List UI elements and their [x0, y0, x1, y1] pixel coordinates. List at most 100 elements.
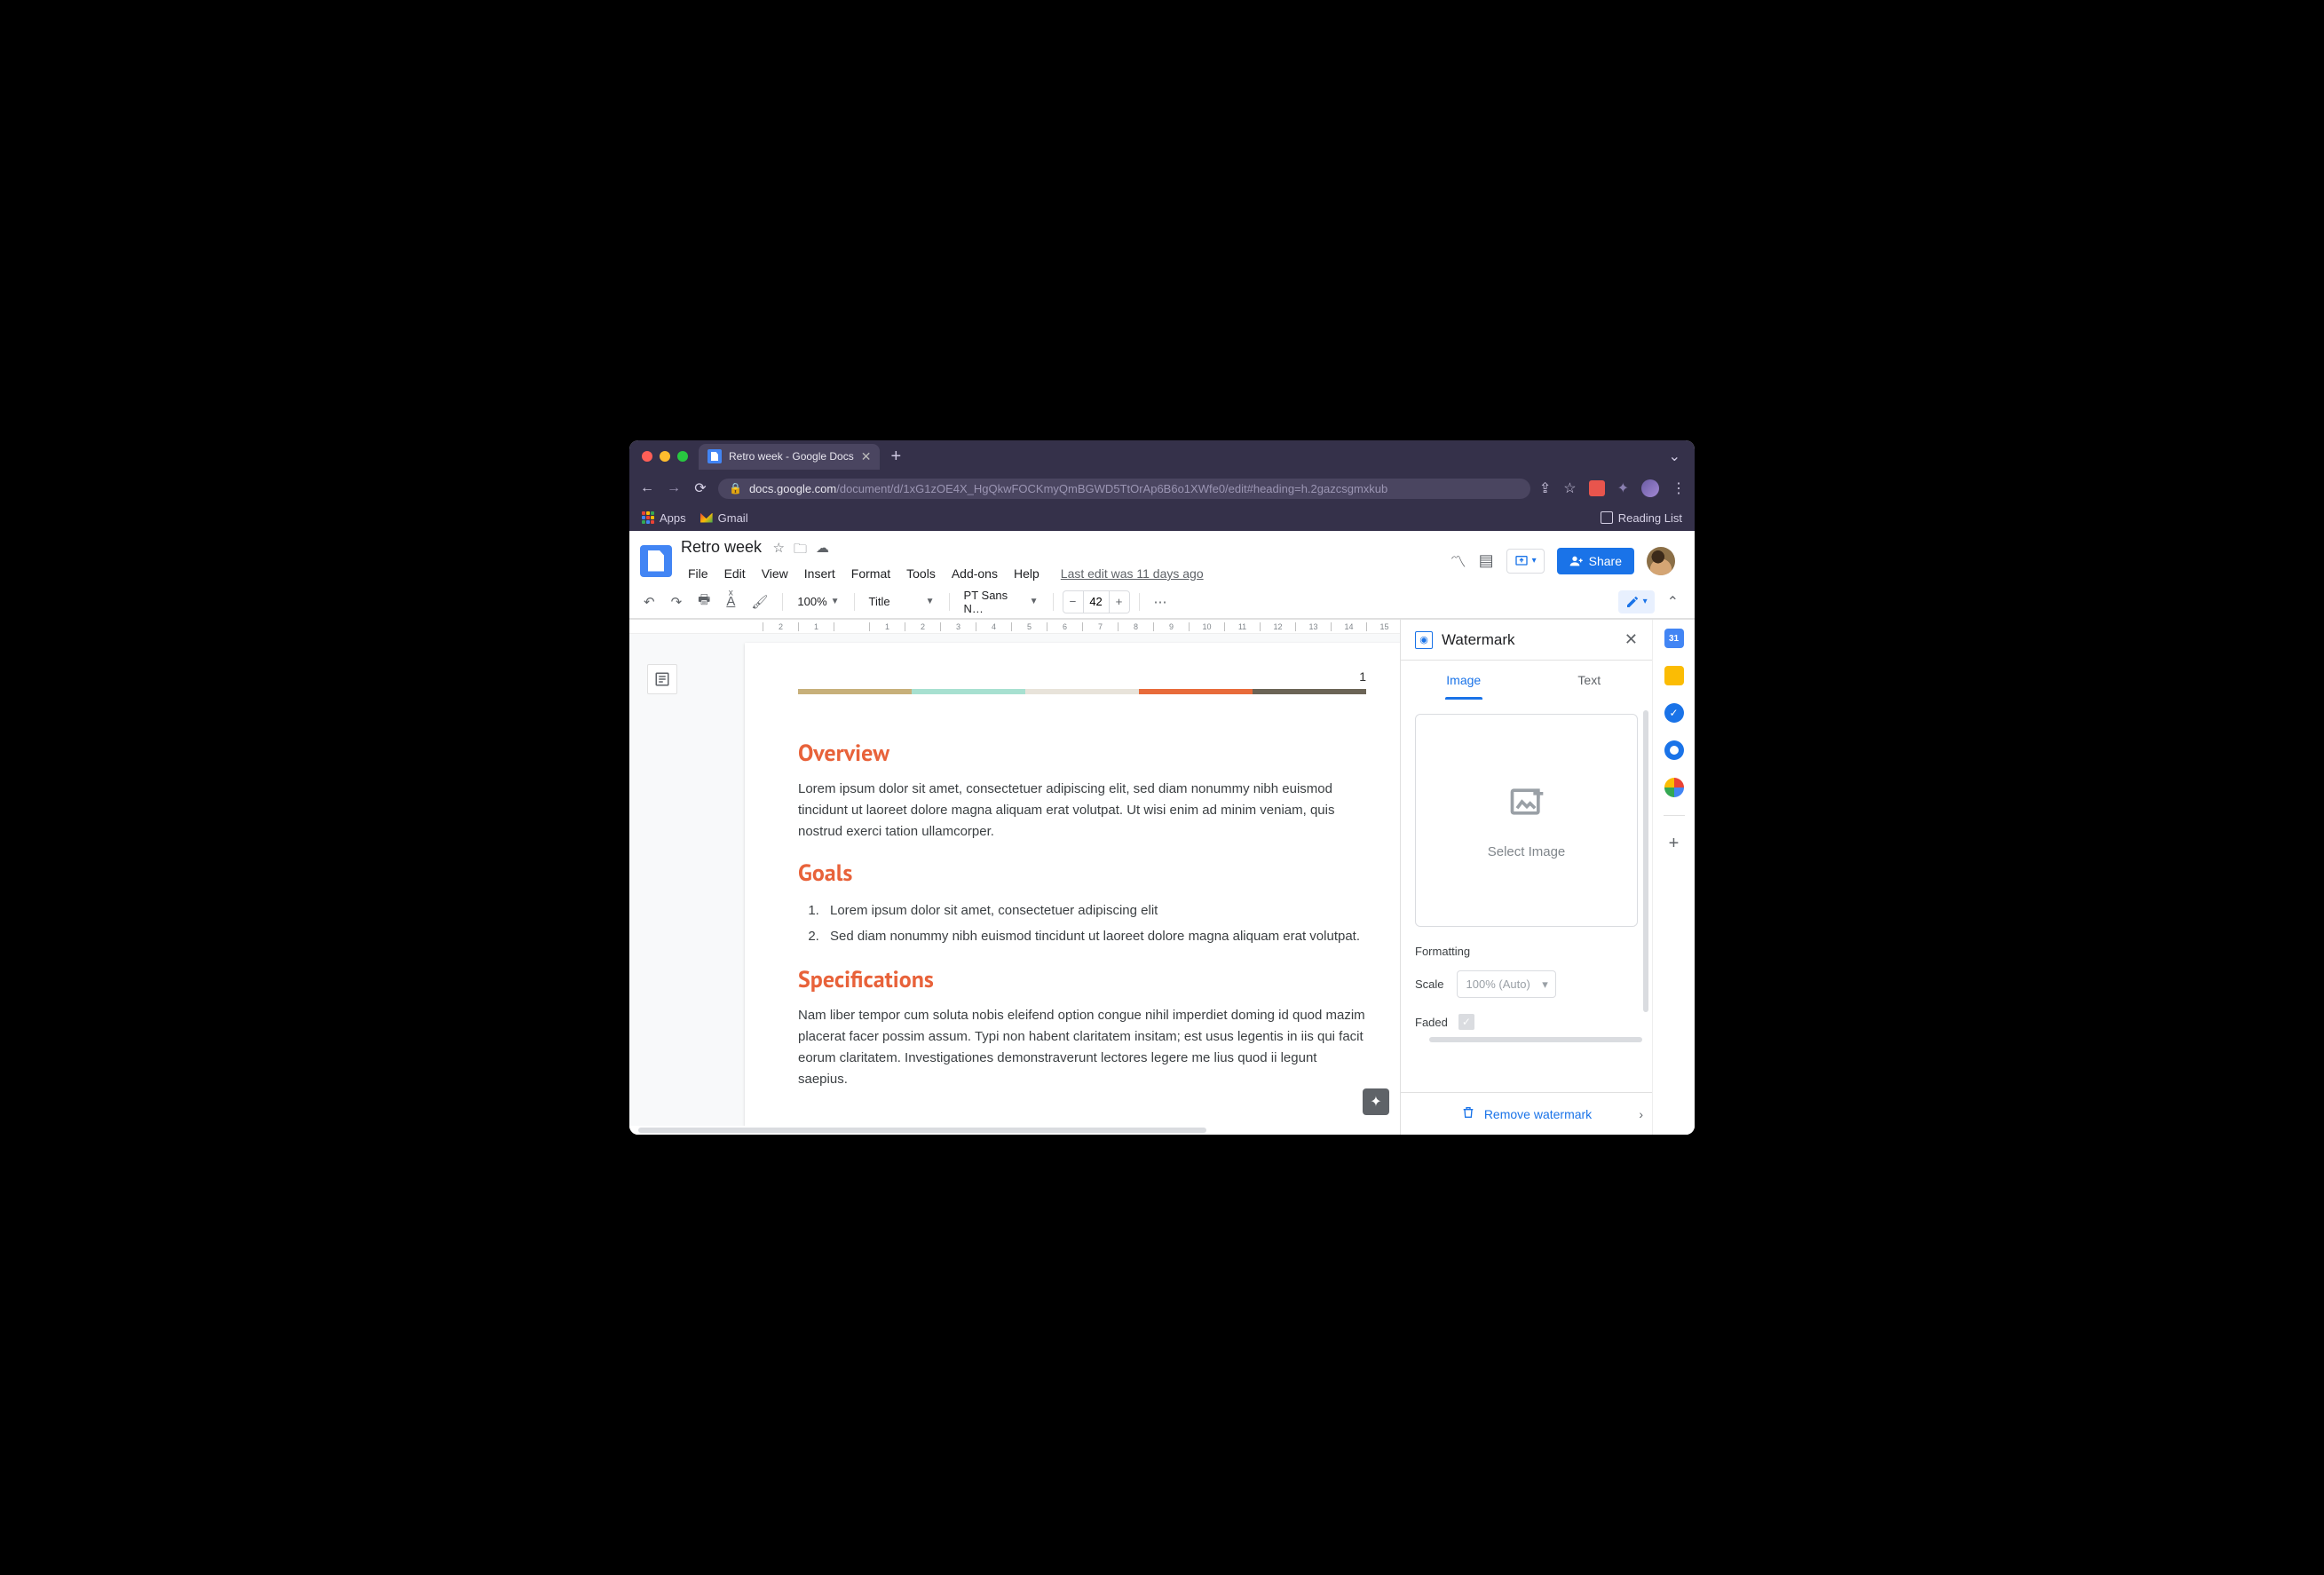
- font-select[interactable]: PT Sans N… ▼: [959, 585, 1044, 619]
- font-size-control[interactable]: − +: [1063, 590, 1130, 613]
- specifications-body[interactable]: Nam liber tempor cum soluta nobis eleife…: [798, 1005, 1366, 1090]
- scale-select[interactable]: 100% (Auto): [1457, 970, 1556, 998]
- scale-label: Scale: [1415, 977, 1444, 991]
- heading-goals[interactable]: Goals: [798, 859, 1366, 888]
- apps-bookmark[interactable]: Apps: [642, 511, 686, 525]
- paint-format-button[interactable]: 🖌: [746, 590, 773, 613]
- expand-panel-icon[interactable]: ›: [1639, 1107, 1643, 1121]
- tasks-icon[interactable]: [1664, 703, 1684, 723]
- more-toolbar-icon[interactable]: ⋯: [1149, 590, 1173, 613]
- tab-title: Retro week - Google Docs: [729, 450, 854, 463]
- close-panel-icon[interactable]: ✕: [1624, 630, 1638, 649]
- contacts-icon[interactable]: [1664, 740, 1684, 760]
- side-rail: 31 +: [1652, 620, 1695, 1135]
- overview-body[interactable]: Lorem ipsum dolor sit amet, consectetuer…: [798, 779, 1366, 843]
- goal-item[interactable]: Sed diam nonummy nibh euismod tincidunt …: [823, 924, 1366, 950]
- goals-list[interactable]: Lorem ipsum dolor sit amet, consectetuer…: [823, 898, 1366, 949]
- decorative-color-bar: [798, 689, 1366, 694]
- profile-avatar-icon[interactable]: [1641, 479, 1659, 497]
- address-bar[interactable]: 🔒 docs.google.com/document/d/1xG1zOE4X_H…: [718, 479, 1530, 499]
- browser-tab[interactable]: Retro week - Google Docs ✕: [699, 444, 880, 470]
- goal-item[interactable]: Lorem ipsum dolor sit amet, consectetuer…: [823, 898, 1366, 924]
- menu-addons[interactable]: Add-ons: [945, 564, 1005, 583]
- star-icon[interactable]: ☆: [773, 540, 785, 562]
- menu-tools[interactable]: Tools: [899, 564, 943, 583]
- browser-chrome: Retro week - Google Docs ✕ + ⌄ ← → ⟳ 🔒 d…: [629, 440, 1695, 531]
- new-tab-button[interactable]: +: [890, 447, 901, 467]
- document-page[interactable]: 1 Overview Lorem ipsum dolor sit amet, c…: [745, 643, 1400, 1126]
- extension-icon[interactable]: [1589, 480, 1605, 496]
- close-window[interactable]: [642, 451, 652, 462]
- horizontal-scrollbar[interactable]: [638, 1128, 1206, 1133]
- heading-specifications[interactable]: Specifications: [798, 965, 1366, 994]
- back-button[interactable]: ←: [638, 480, 656, 496]
- tab-image[interactable]: Image: [1401, 661, 1527, 700]
- keep-icon[interactable]: [1664, 666, 1684, 685]
- watermark-panel: ◉ Watermark ✕ Image Text Select Image Fo…: [1400, 620, 1652, 1135]
- docs-logo-icon[interactable]: [640, 545, 672, 577]
- faded-label: Faded: [1415, 1016, 1448, 1029]
- browser-menu-icon[interactable]: ⋮: [1672, 479, 1686, 497]
- collapse-toolbar-icon[interactable]: ⌃: [1660, 590, 1686, 614]
- cloud-status-icon[interactable]: ☁: [816, 540, 829, 562]
- remove-watermark-button[interactable]: Remove watermark ›: [1401, 1092, 1652, 1135]
- paragraph-style-select[interactable]: Title ▼: [864, 591, 940, 612]
- page-number: 1: [798, 669, 1366, 684]
- calendar-icon[interactable]: 31: [1664, 629, 1684, 648]
- watermark-title: Watermark: [1442, 631, 1616, 649]
- zoom-select[interactable]: 100% ▼: [792, 591, 844, 612]
- font-size-increase[interactable]: +: [1110, 591, 1129, 613]
- tab-list-dropdown[interactable]: ⌄: [1669, 447, 1680, 465]
- docs-favicon: [707, 449, 722, 463]
- ruler[interactable]: 211234567891011121314151617: [629, 620, 1400, 634]
- redo-button[interactable]: ↷: [666, 590, 688, 613]
- print-button[interactable]: 🖶: [692, 587, 715, 616]
- menu-format[interactable]: Format: [844, 564, 897, 583]
- add-addon-icon[interactable]: +: [1664, 834, 1684, 853]
- select-image-label: Select Image: [1488, 844, 1566, 859]
- tab-text[interactable]: Text: [1527, 661, 1653, 700]
- document-title[interactable]: Retro week: [681, 538, 762, 556]
- editing-mode-button[interactable]: ▾: [1618, 590, 1655, 613]
- menu-file[interactable]: File: [681, 564, 715, 583]
- font-size-input[interactable]: [1083, 591, 1110, 613]
- menu-bar: File Edit View Insert Format Tools Add-o…: [681, 564, 1211, 583]
- trash-icon: [1461, 1105, 1475, 1122]
- share-button[interactable]: Share: [1557, 548, 1634, 574]
- comments-icon[interactable]: ▤: [1479, 551, 1494, 570]
- gmail-bookmark[interactable]: Gmail: [700, 511, 748, 525]
- menu-insert[interactable]: Insert: [797, 564, 842, 583]
- extensions-puzzle-icon[interactable]: ✦: [1617, 479, 1629, 497]
- activity-icon[interactable]: 〽: [1451, 550, 1466, 573]
- move-icon[interactable]: 🗀: [794, 540, 807, 562]
- share-page-icon[interactable]: ⇪: [1539, 479, 1551, 497]
- reading-list-button[interactable]: Reading List: [1601, 511, 1682, 525]
- present-button[interactable]: ▾: [1506, 549, 1545, 574]
- bookmark-star-icon[interactable]: ☆: [1563, 479, 1576, 497]
- close-tab-icon[interactable]: ✕: [861, 449, 872, 464]
- window-controls[interactable]: [642, 451, 688, 462]
- faded-checkbox[interactable]: ✓: [1458, 1014, 1474, 1030]
- spellcheck-button[interactable]: Aͯ: [721, 590, 740, 613]
- watermark-icon: ◉: [1415, 631, 1433, 649]
- explore-button[interactable]: ✦: [1363, 1088, 1389, 1115]
- maximize-window[interactable]: [677, 451, 688, 462]
- panel-scrollbar[interactable]: [1643, 710, 1648, 1012]
- image-placeholder-icon: [1507, 782, 1546, 830]
- select-image-button[interactable]: Select Image: [1415, 714, 1638, 927]
- forward-button[interactable]: →: [665, 480, 683, 496]
- undo-button[interactable]: ↶: [638, 590, 660, 613]
- menu-edit[interactable]: Edit: [717, 564, 753, 583]
- reading-list-label: Reading List: [1618, 511, 1682, 525]
- maps-icon[interactable]: [1664, 778, 1684, 797]
- font-size-decrease[interactable]: −: [1063, 591, 1083, 613]
- account-avatar[interactable]: [1647, 547, 1675, 575]
- heading-overview[interactable]: Overview: [798, 739, 1366, 768]
- minimize-window[interactable]: [660, 451, 670, 462]
- last-edit-link[interactable]: Last edit was 11 days ago: [1054, 564, 1211, 583]
- menu-view[interactable]: View: [755, 564, 795, 583]
- reload-button[interactable]: ⟳: [692, 479, 709, 497]
- remove-watermark-label: Remove watermark: [1484, 1107, 1592, 1121]
- panel-horizontal-scrollbar[interactable]: [1429, 1037, 1642, 1042]
- menu-help[interactable]: Help: [1007, 564, 1047, 583]
